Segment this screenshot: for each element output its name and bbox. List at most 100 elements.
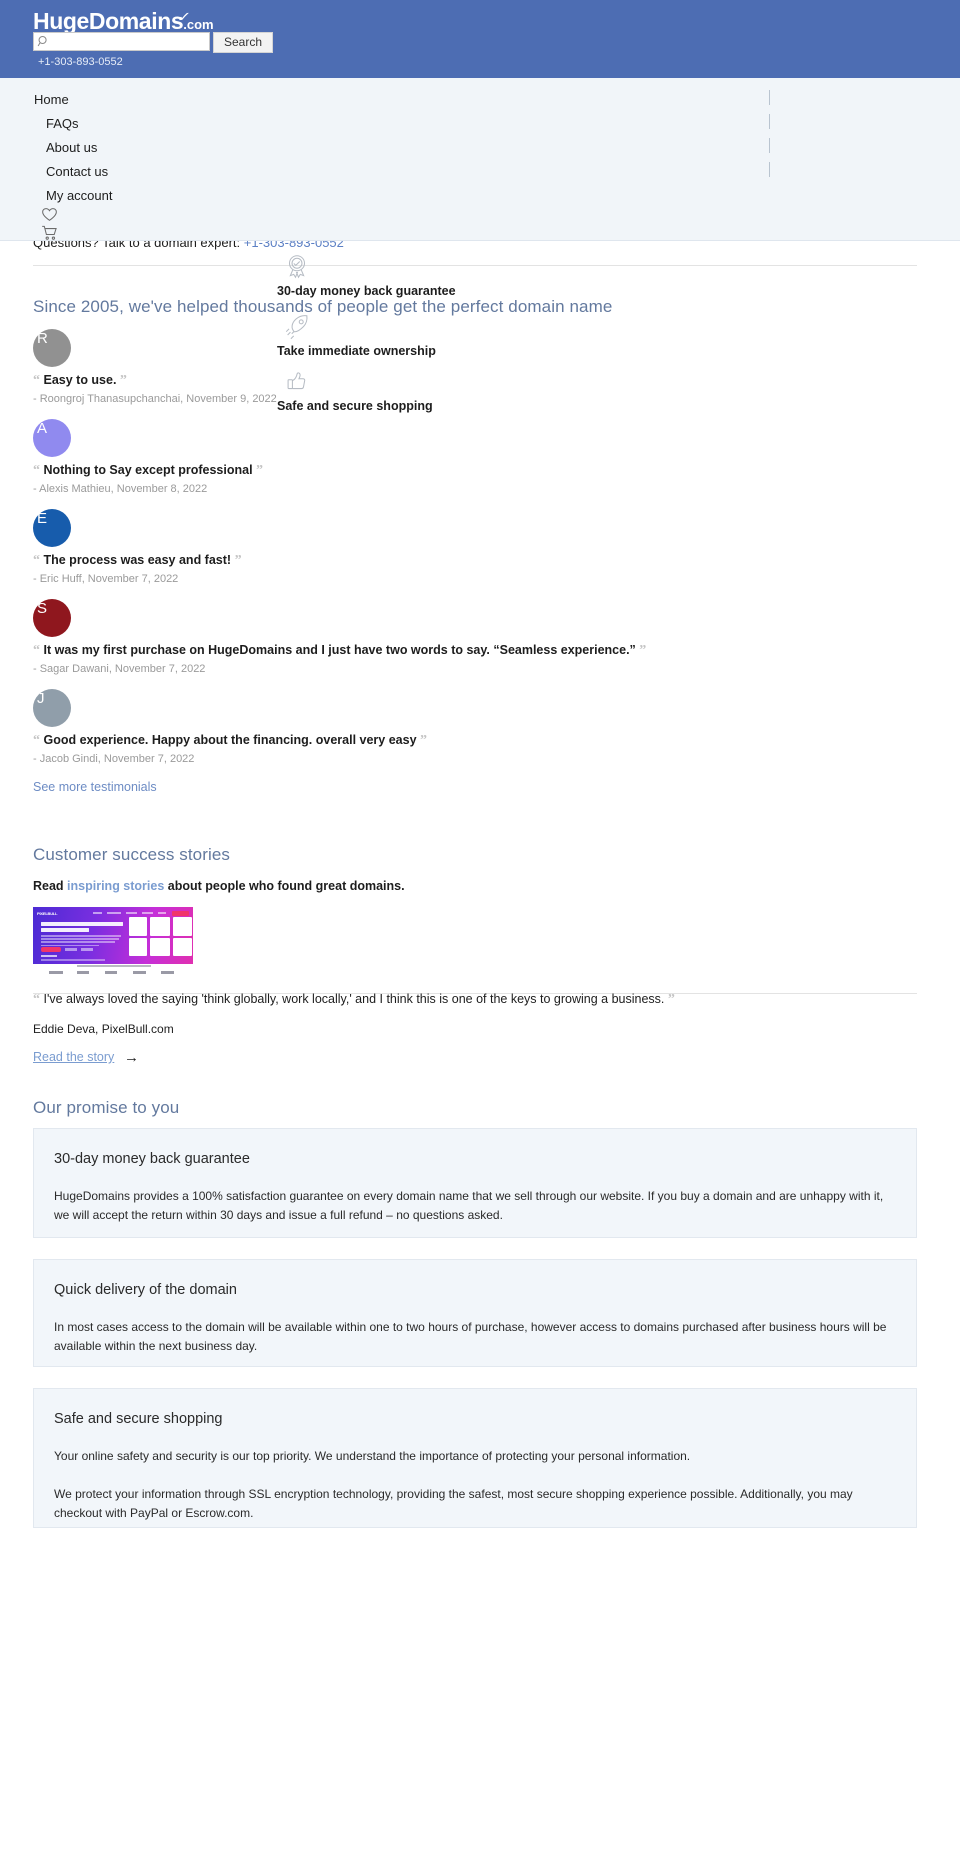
testimonial-author: - Alexis Mathieu, November 8, 2022 [33,483,208,495]
divider-top [33,265,917,266]
thumbs-up-icon [282,367,312,397]
avatar: R [33,329,71,367]
heart-icon[interactable] [41,207,58,223]
promise-card-body-secondary: We protect your information through SSL … [54,1487,853,1520]
quote-close-icon: ” [639,643,647,658]
avatar: S [33,599,71,637]
nav-divider [769,90,770,105]
inspiring-stories-link[interactable]: inspiring stories [67,879,164,893]
thumbnail-headline [41,922,123,934]
award-ribbon-icon [282,252,312,282]
avatar-initial: S [37,600,48,617]
story-author: Eddie Deva, PixelBull.com [33,1022,174,1036]
thumbnail-footer [33,964,193,979]
nav-item-home[interactable]: Home [34,92,69,107]
thumbnail-cta-button [172,910,189,916]
quote-open-icon: “ [33,553,40,568]
testimonial-quote: The process was easy and fast! [43,553,232,567]
success-story-thumbnail[interactable]: PIXELBULL [33,907,193,979]
promise-card-title: Safe and secure shopping [54,1411,223,1427]
testimonial-author: - Roongroj Thanasupchanchai, November 9,… [33,393,277,405]
promise-card-safe-shopping: Safe and secure shopping Your online saf… [33,1388,917,1528]
promise-card-title: 30-day money back guarantee [54,1151,250,1167]
stories-read-suffix: about people who found great domains. [164,879,405,893]
thumbnail-stars [41,955,57,957]
main-navigation: Home FAQs About us Contact us My account [0,78,960,241]
avatar-initial: A [37,420,48,437]
avatar: J [33,689,71,727]
nav-item-faqs[interactable]: FAQs [46,116,79,131]
site-header: HugeDomains.com ✓ Search +1-303-893-0552 [0,0,960,78]
story-quote: I've always loved the saying 'think glob… [43,992,665,1006]
nav-divider [769,114,770,129]
thumbnail-card [150,938,170,956]
read-the-story-link[interactable]: Read the story [33,1050,114,1064]
quote-close-icon: ” [119,373,127,388]
promise-card-title: Quick delivery of the domain [54,1282,237,1298]
nav-item-about-us[interactable]: About us [46,140,97,155]
quote-open-icon: “ [33,643,40,658]
testimonial-author: - Sagar Dawani, November 7, 2022 [33,663,206,675]
avatar-initial: J [37,690,45,707]
check-mark-icon: ✓ [177,9,192,24]
quote-open-icon: “ [33,733,40,748]
testimonial-quote: Nothing to Say except professional [43,463,253,477]
avatar: A [33,419,71,457]
thumbnail-tertiary-button [81,948,93,951]
badge-safe-shopping-label: Safe and secure shopping [277,399,433,413]
site-logo[interactable]: HugeDomains.com ✓ [33,8,214,35]
thumbnail-secondary-button [65,948,77,951]
nav-divider [769,162,770,177]
nav-item-contact-us[interactable]: Contact us [46,164,108,179]
thumbnail-body-text [41,935,121,948]
promise-card-body: Your online safety and security is our t… [54,1449,691,1463]
nav-item-my-account[interactable]: My account [46,188,112,203]
testimonial-quote: Easy to use. [43,373,117,387]
thumbnail-primary-button [41,947,61,952]
thumbnail-card [129,938,147,956]
thumbnail-card [150,917,170,936]
thumbnail-navbar: PIXELBULL [37,910,189,917]
stories-read-line: Read inspiring stories about people who … [33,879,405,893]
testimonial-quote-row: “ Nothing to Say except professional ” [33,463,263,479]
thumbnail-subtext [41,959,105,961]
testimonial-author: - Jacob Gindi, November 7, 2022 [33,753,195,765]
promise-title: Our promise to you [33,1098,180,1117]
testimonial-quote: Good experience. Happy about the financi… [43,733,417,747]
stories-read-prefix: Read [33,879,68,893]
quote-open-icon: “ [33,463,40,478]
thumbnail-logo: PIXELBULL [37,910,58,916]
thumbnail-card [173,938,192,956]
promise-card-quick-delivery: Quick delivery of the domain In most cas… [33,1259,917,1367]
site-logo-name: HugeDomains [33,8,184,34]
quote-close-icon: ” [234,553,242,568]
see-more-testimonials-link[interactable]: See more testimonials [33,780,157,794]
quote-close-icon: ” [256,463,264,478]
testimonial-quote-row: “ It was my first purchase on HugeDomain… [33,643,646,659]
promise-card-body: In most cases access to the domain will … [54,1320,887,1353]
testimonial-quote: It was my first purchase on HugeDomains … [43,643,636,657]
testimonial-quote-row: “ The process was easy and fast! ” [33,553,242,569]
story-quote-row: “ I've always loved the saying 'think gl… [33,992,675,1008]
badge-immediate-ownership-label: Take immediate ownership [277,344,436,358]
avatar-initial: R [37,330,48,347]
testimonial-quote-row: “ Good experience. Happy about the finan… [33,733,427,749]
search-input[interactable] [33,32,210,51]
promise-card-money-back: 30-day money back guarantee HugeDomains … [33,1128,917,1238]
quote-close-icon: ” [420,733,428,748]
testimonials-title: Since 2005, we've helped thousands of pe… [33,297,613,316]
testimonial-quote-row: “ Easy to use. ” [33,373,127,389]
nav-divider [769,138,770,153]
search-button[interactable]: Search [213,32,273,53]
cart-icon[interactable] [41,225,58,241]
header-phone-number[interactable]: +1-303-893-0552 [38,56,123,68]
stories-title: Customer success stories [33,845,231,864]
arrow-right-icon: → [124,1049,139,1066]
testimonial-author: - Eric Huff, November 7, 2022 [33,573,179,585]
thumbnail-card [129,917,147,936]
search-bar: Search [33,32,273,53]
quote-open-icon: “ [33,992,40,1007]
thumbnail-card [173,917,192,936]
quote-open-icon: “ [33,373,40,388]
promise-card-body: HugeDomains provides a 100% satisfaction… [54,1189,884,1222]
